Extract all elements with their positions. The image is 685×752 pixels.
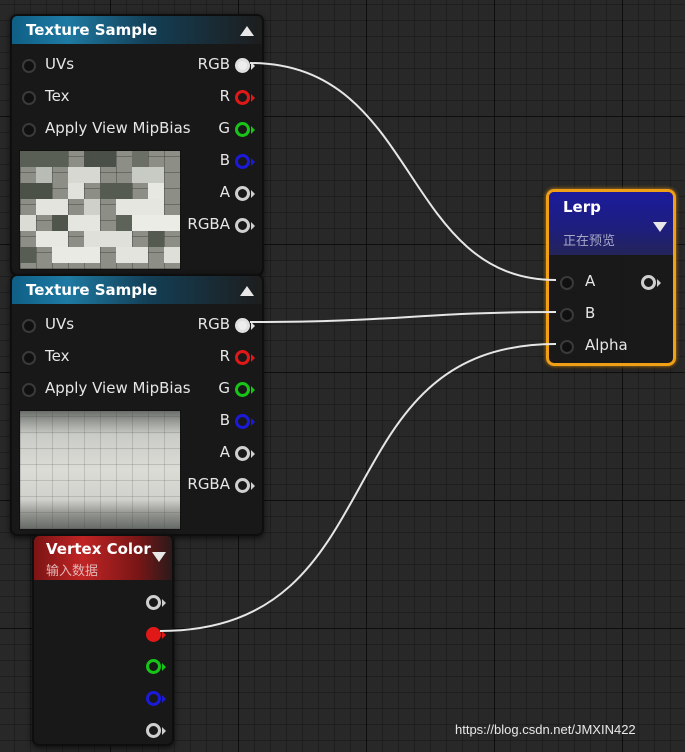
rgb-output-pin[interactable]: [146, 595, 166, 610]
uvs-input-pin[interactable]: [22, 319, 36, 333]
tex-input-pin[interactable]: [22, 91, 36, 105]
node-subtitle: 输入数据: [46, 564, 99, 579]
r-output-pin[interactable]: [146, 627, 166, 642]
watermark-url: https://blog.csdn.net/JMXIN422: [455, 722, 636, 737]
output-label-r: R: [219, 347, 230, 365]
node-header[interactable]: Texture Sample: [12, 276, 262, 304]
expand-icon[interactable]: [152, 552, 166, 562]
b-output-pin[interactable]: [235, 154, 255, 169]
output-label-b: B: [219, 151, 230, 169]
input-label-tex: Tex: [45, 347, 70, 365]
b-output-pin[interactable]: [146, 691, 166, 706]
mipbias-input-pin[interactable]: [22, 123, 36, 137]
g-output-pin[interactable]: [146, 659, 166, 674]
a-output-pin[interactable]: [235, 446, 255, 461]
r-output-pin[interactable]: [235, 90, 255, 105]
node-title: Vertex Color: [46, 540, 151, 558]
collapse-icon[interactable]: [240, 26, 254, 36]
input-label-mipbias: Apply View MipBias: [45, 379, 191, 397]
tex-input-pin[interactable]: [22, 351, 36, 365]
node-subtitle: 正在预览: [563, 234, 616, 249]
g-output-pin[interactable]: [235, 382, 255, 397]
output-label-rgba: RGBA: [187, 475, 230, 493]
texture-preview-camo-tiles: [19, 150, 181, 270]
wire-tex1-rgb-to-lerp-a[interactable]: [249, 62, 557, 281]
input-label-tex: Tex: [45, 87, 70, 105]
input-label-uvs: UVs: [45, 55, 75, 73]
result-output-pin[interactable]: [641, 275, 661, 290]
rgb-output-pin[interactable]: [235, 318, 255, 333]
node-header[interactable]: Vertex Color 输入数据: [34, 536, 172, 580]
lerp-node[interactable]: Lerp 正在预览 A B Alpha: [546, 189, 676, 366]
uvs-input-pin[interactable]: [22, 59, 36, 73]
b-input-pin[interactable]: [560, 308, 574, 322]
rgba-output-pin[interactable]: [235, 478, 255, 493]
alpha-input-pin[interactable]: [560, 340, 574, 354]
input-label-mipbias: Apply View MipBias: [45, 119, 191, 137]
g-output-pin[interactable]: [235, 122, 255, 137]
expand-icon[interactable]: [653, 222, 667, 232]
output-label-g: G: [218, 119, 230, 137]
node-title: Texture Sample: [26, 21, 158, 39]
texture-sample-node-2[interactable]: Texture Sample UVs Tex Apply View MipBia…: [10, 274, 264, 536]
output-label-rgba: RGBA: [187, 215, 230, 233]
texture-preview-concrete: [19, 410, 181, 530]
output-label-rgb: RGB: [197, 55, 230, 73]
node-title: Texture Sample: [26, 281, 158, 299]
wire-tex2-rgb-to-lerp-b[interactable]: [249, 311, 557, 323]
a-output-pin[interactable]: [235, 186, 255, 201]
b-output-pin[interactable]: [235, 414, 255, 429]
r-output-pin[interactable]: [235, 350, 255, 365]
output-label-a: A: [219, 183, 230, 201]
a-input-pin[interactable]: [560, 276, 574, 290]
rgb-output-pin[interactable]: [235, 58, 255, 73]
output-label-b: B: [219, 411, 230, 429]
mipbias-input-pin[interactable]: [22, 383, 36, 397]
output-label-r: R: [219, 87, 230, 105]
node-header[interactable]: Texture Sample: [12, 16, 262, 44]
input-label-alpha: Alpha: [585, 336, 628, 354]
input-label-b: B: [585, 304, 596, 322]
input-label-a: A: [585, 272, 596, 290]
output-label-g: G: [218, 379, 230, 397]
input-label-uvs: UVs: [45, 315, 75, 333]
vertex-color-node[interactable]: Vertex Color 输入数据: [32, 534, 174, 746]
texture-sample-node-1[interactable]: Texture Sample UVs Tex Apply View MipBia…: [10, 14, 264, 276]
output-label-rgb: RGB: [197, 315, 230, 333]
a-output-pin[interactable]: [146, 723, 166, 738]
output-label-a: A: [219, 443, 230, 461]
node-title: Lerp: [563, 198, 601, 216]
rgba-output-pin[interactable]: [235, 218, 255, 233]
collapse-icon[interactable]: [240, 286, 254, 296]
node-header[interactable]: Lerp 正在预览: [549, 192, 673, 255]
